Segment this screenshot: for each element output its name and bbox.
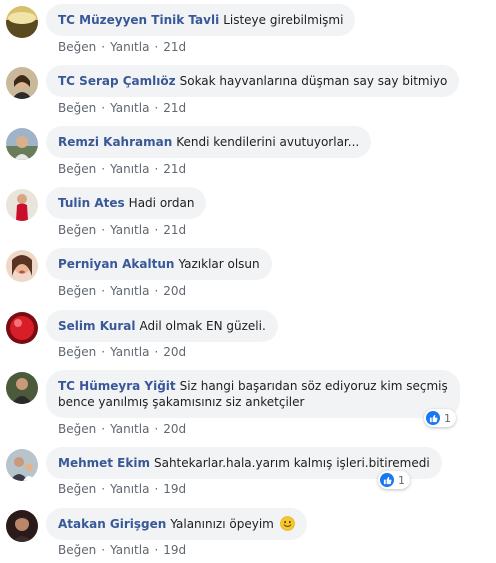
separator: · [101, 284, 106, 298]
separator: · [154, 223, 159, 237]
timestamp[interactable]: 20d [163, 345, 186, 359]
comment-author[interactable]: TC Hümeyra Yiğit [58, 379, 176, 393]
comment-actions: Beğen · Yanıtla · 19d [58, 543, 186, 557]
comment-text: Yalanınızı öpeyim [170, 517, 274, 531]
separator: · [154, 40, 159, 54]
separator: · [101, 422, 106, 436]
comment-author[interactable]: Selim Kural [58, 319, 135, 333]
separator: · [154, 162, 159, 176]
reply-button[interactable]: Yanıtla [110, 40, 149, 54]
timestamp[interactable]: 20d [163, 422, 186, 436]
thumbs-up-icon [380, 473, 394, 487]
comment-bubble: TC Serap Çamlıöz Sokak hayvanlarına düşma… [46, 65, 460, 97]
avatar[interactable] [6, 250, 38, 282]
comment-bubble: Selim Kural Adil olmak EN güzeli. [46, 310, 278, 342]
avatar[interactable] [6, 189, 38, 221]
like-button[interactable]: Beğen [58, 284, 96, 298]
like-button[interactable]: Beğen [58, 162, 96, 176]
comment-author[interactable]: Remzi Kahraman [58, 135, 172, 149]
comment-text: Listeye girebilmişmi [223, 13, 344, 27]
avatar[interactable] [6, 372, 38, 404]
comment-text: Hadi ordan [128, 196, 195, 210]
comment-author[interactable]: Mehmet Ekim [58, 456, 150, 470]
comment-author[interactable]: TC Serap Çamlıöz [58, 74, 176, 88]
comment-bubble: Atakan Girişgen Yalanınızı öpeyim [46, 508, 307, 540]
avatar[interactable] [6, 449, 38, 481]
avatar[interactable] [6, 128, 38, 160]
avatar[interactable] [6, 510, 38, 542]
comment-text: Kendi kendilerini avutuyorlar... [176, 135, 360, 149]
separator: · [154, 422, 159, 436]
separator: · [154, 543, 159, 557]
separator: · [154, 101, 159, 115]
comment-bubble: Tulin Ates Hadi ordan [46, 187, 207, 219]
like-button[interactable]: Beğen [58, 543, 96, 557]
avatar[interactable] [6, 67, 38, 99]
avatar[interactable] [6, 312, 38, 344]
separator: · [101, 162, 106, 176]
comment-actions: Beğen · Yanıtla · 20d [58, 345, 186, 359]
separator: · [101, 223, 106, 237]
comment-actions: Beğen · Yanıtla · 21d [58, 40, 186, 54]
comment-actions: Beğen · Yanıtla · 20d [58, 284, 186, 298]
reaction-count[interactable]: 1 [424, 409, 456, 427]
comment-actions: Beğen · Yanıtla · 21d [58, 223, 186, 237]
like-button[interactable]: Beğen [58, 422, 96, 436]
comment-author[interactable]: Perniyan Akaltun [58, 257, 174, 271]
timestamp[interactable]: 19d [163, 482, 186, 496]
comment-author[interactable]: Tulin Ates [58, 196, 125, 210]
separator: · [101, 543, 106, 557]
comment-text: Yazıklar olsun [178, 257, 260, 271]
separator: · [154, 284, 159, 298]
smiling-face-emoji-icon [279, 516, 295, 531]
reply-button[interactable]: Yanıtla [110, 422, 149, 436]
comment-text: Adil olmak EN güzeli. [139, 319, 266, 333]
timestamp[interactable]: 21d [163, 223, 186, 237]
separator: · [101, 101, 106, 115]
comment-text: Sokak hayvanlarına düşman say say bitmiy… [179, 74, 448, 88]
like-button[interactable]: Beğen [58, 482, 96, 496]
reaction-count[interactable]: 1 [378, 471, 410, 489]
comment-bubble: Remzi Kahraman Kendi kendilerini avutuyor… [46, 126, 372, 158]
comment-bubble: Perniyan Akaltun Yazıklar olsun [46, 248, 272, 280]
reply-button[interactable]: Yanıtla [110, 162, 149, 176]
comment-actions: Beğen · Yanıtla · 21d [58, 162, 186, 176]
reply-button[interactable]: Yanıtla [110, 345, 149, 359]
reaction-number: 1 [444, 411, 451, 425]
comment-text: Sahtekarlar.hala.yarım kalmış işleri.bit… [153, 456, 430, 470]
like-button[interactable]: Beğen [58, 223, 96, 237]
reply-button[interactable]: Yanıtla [110, 284, 149, 298]
timestamp[interactable]: 20d [163, 284, 186, 298]
separator: · [101, 482, 106, 496]
separator: · [101, 40, 106, 54]
reply-button[interactable]: Yanıtla [110, 223, 149, 237]
comment-actions: Beğen · Yanıtla · 19d [58, 482, 186, 496]
reply-button[interactable]: Yanıtla [110, 543, 149, 557]
like-button[interactable]: Beğen [58, 40, 96, 54]
like-button[interactable]: Beğen [58, 101, 96, 115]
reply-button[interactable]: Yanıtla [110, 101, 149, 115]
timestamp[interactable]: 21d [163, 40, 186, 54]
separator: · [154, 345, 159, 359]
timestamp[interactable]: 21d [163, 162, 186, 176]
comment-actions: Beğen · Yanıtla · 20d [58, 422, 186, 436]
separator: · [154, 482, 159, 496]
reaction-number: 1 [398, 473, 405, 487]
comment-actions: Beğen · Yanıtla · 21d [58, 101, 186, 115]
avatar[interactable] [6, 6, 38, 38]
comment-author[interactable]: Atakan Girişgen [58, 517, 166, 531]
reply-button[interactable]: Yanıtla [110, 482, 149, 496]
timestamp[interactable]: 21d [163, 101, 186, 115]
timestamp[interactable]: 19d [163, 543, 186, 557]
comment-bubble: TC Hümeyra Yiğit Siz hangi başarıdan söz … [46, 370, 460, 418]
separator: · [101, 345, 106, 359]
like-button[interactable]: Beğen [58, 345, 96, 359]
comment-bubble: TC Müzeyyen Tinik Tavli Listeye girebilmi… [46, 4, 356, 36]
comment-author[interactable]: TC Müzeyyen Tinik Tavli [58, 13, 219, 27]
thumbs-up-icon [426, 411, 440, 425]
